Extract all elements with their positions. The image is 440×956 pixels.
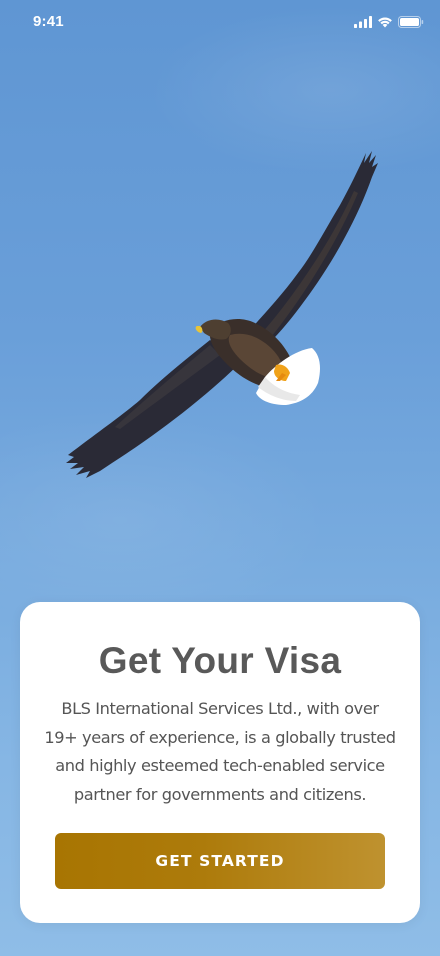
get-started-button[interactable]: GET STARTED	[55, 833, 385, 889]
status-bar: 9:41	[0, 0, 440, 46]
eagle-illustration	[66, 151, 378, 478]
onboarding-screen: 9:41 Get Your Visa BLS International Ser…	[0, 0, 440, 956]
cellular-signal-icon	[354, 16, 372, 28]
welcome-card: Get Your Visa BLS International Services…	[20, 602, 420, 923]
card-description: BLS International Services Ltd., with ov…	[44, 699, 396, 804]
status-icons	[354, 15, 424, 29]
card-title: Get Your Visa	[98, 640, 342, 681]
battery-icon	[398, 16, 424, 28]
status-time: 9:41	[33, 13, 64, 30]
wifi-icon	[377, 16, 393, 28]
